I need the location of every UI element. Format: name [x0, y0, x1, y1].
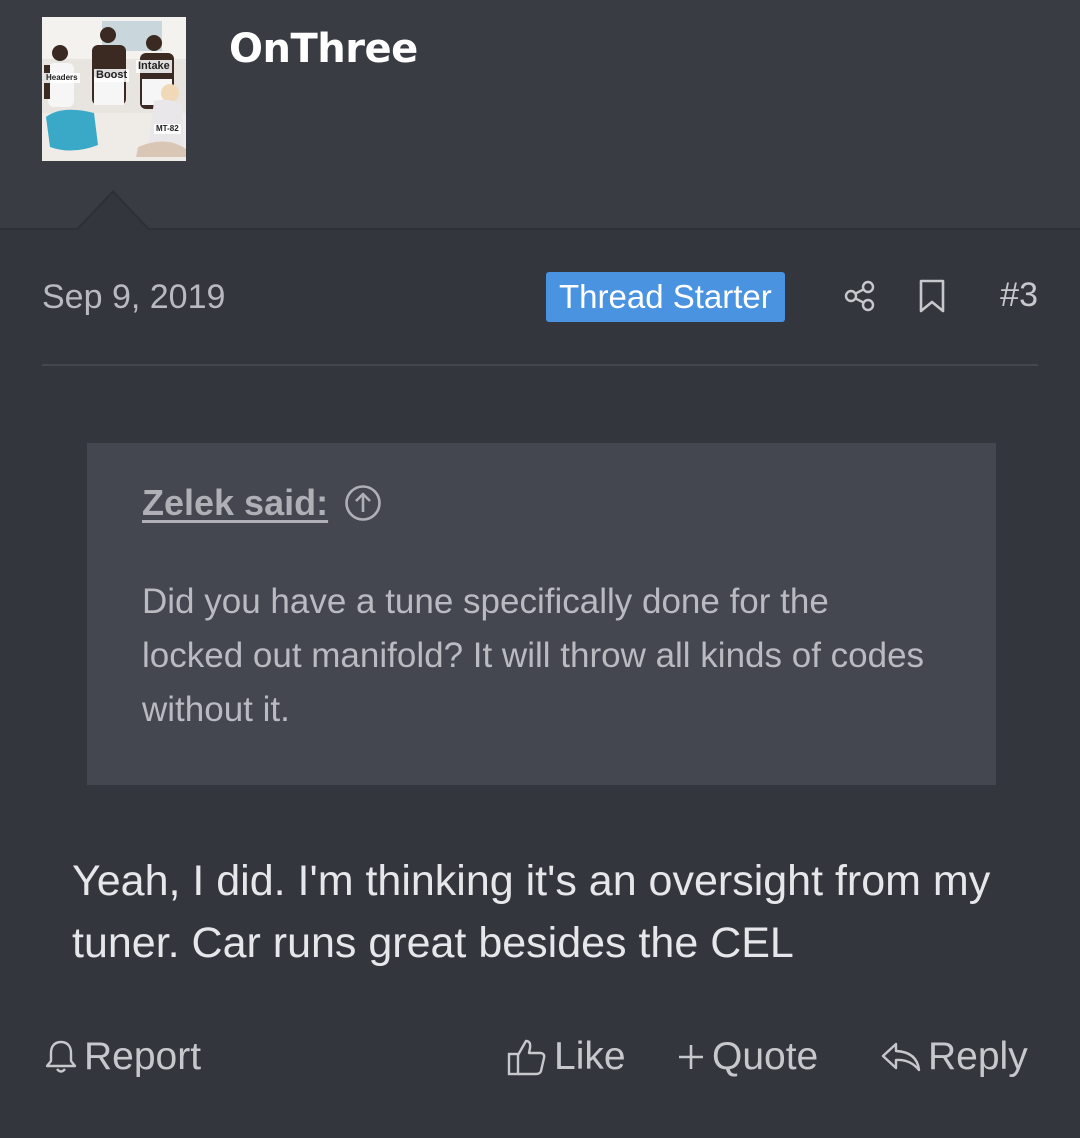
quote-label: Quote	[712, 1035, 819, 1078]
quote-text: Did you have a tune specifically done fo…	[142, 582, 925, 729]
share-icon[interactable]	[842, 278, 878, 314]
like-button[interactable]: Like	[506, 1030, 626, 1084]
avatar-tag-headers: Headers	[44, 73, 80, 83]
thumbs-up-icon	[507, 1039, 546, 1076]
avatar-tag-boost: Boost	[94, 69, 130, 82]
quote-button[interactable]: Quote	[676, 1030, 818, 1084]
post-meta-row: Sep 9, 2019 Thread Starter #3	[42, 270, 1038, 326]
meta-divider	[42, 364, 1038, 366]
quote-header: Zelek said:	[142, 481, 941, 525]
quote-block: Zelek said: Did you have a tune specific…	[87, 443, 996, 785]
avatar-tag-mt82: MT-82	[154, 124, 181, 134]
bell-icon	[45, 1040, 77, 1073]
thread-starter-badge: Thread Starter	[546, 272, 785, 322]
quote-author-link[interactable]: Zelek said:	[142, 482, 328, 524]
post-author-header: Headers Boost Intake MT-82 OnThree	[0, 0, 1080, 230]
avatar-image	[42, 17, 186, 161]
report-label: Report	[84, 1035, 202, 1078]
post-number-link[interactable]: #3	[1000, 276, 1038, 315]
like-label: Like	[554, 1035, 626, 1078]
post-date[interactable]: Sep 9, 2019	[42, 278, 225, 317]
reply-button[interactable]: Reply	[880, 1030, 1028, 1084]
header-pointer-fill	[78, 193, 148, 230]
arrow-up-circle-icon[interactable]	[344, 484, 382, 522]
avatar[interactable]: Headers Boost Intake MT-82	[42, 17, 186, 161]
reply-icon	[881, 1042, 921, 1072]
report-button[interactable]: Report	[44, 1030, 201, 1084]
plus-icon	[679, 1045, 703, 1069]
avatar-tag-intake: Intake	[136, 60, 172, 73]
bookmark-icon[interactable]	[914, 278, 950, 314]
author-username[interactable]: OnThree	[229, 26, 418, 72]
reply-label: Reply	[928, 1035, 1028, 1078]
post-message: Yeah, I did. I'm thinking it's an oversi…	[72, 857, 991, 967]
